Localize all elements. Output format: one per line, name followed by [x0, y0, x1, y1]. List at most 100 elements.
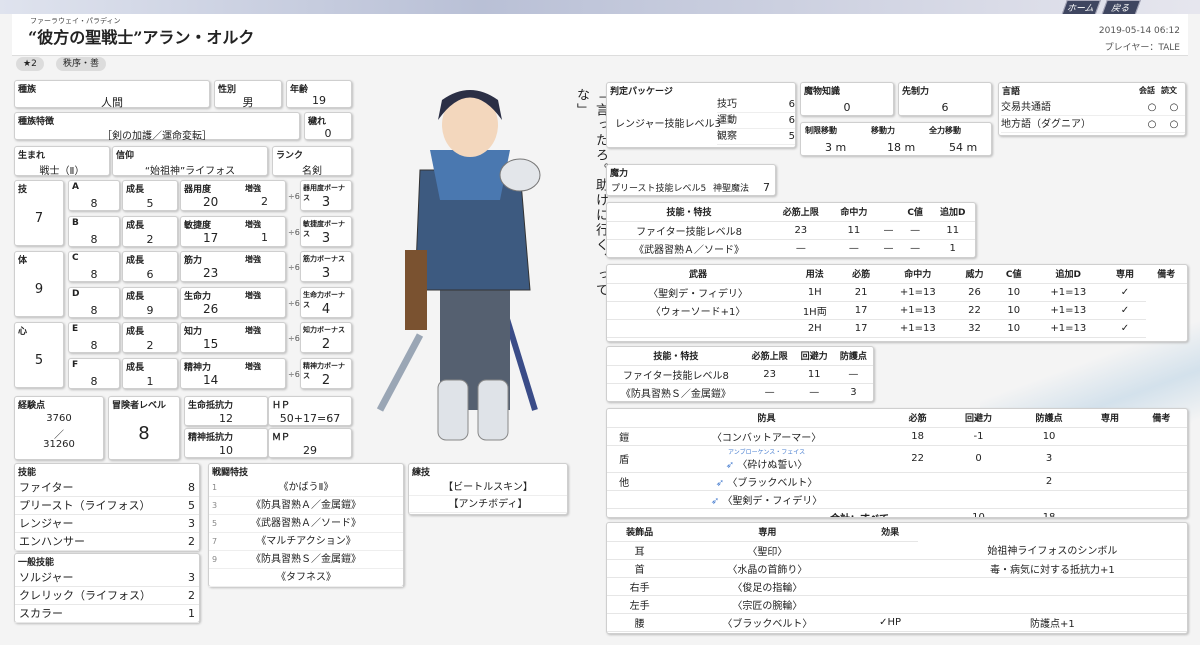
column-header: 技能・特技 — [607, 347, 745, 366]
table-cell: 10 — [995, 283, 1033, 302]
age-value: 19 — [312, 94, 326, 107]
enhance-label: 増強 — [245, 290, 261, 300]
table-row: 首 〈水晶の首飾り〉 毒・病気に対する抵抗力+1 — [607, 559, 1187, 578]
column-header: 専用 — [1084, 409, 1136, 428]
sex-box: 性別男 — [214, 80, 282, 109]
cell-text: 3 — [1045, 453, 1053, 464]
language-speak-header: 会話 — [1139, 86, 1155, 95]
column-header: 技能・特技 — [607, 203, 772, 222]
table-cell: 1H — [789, 283, 841, 302]
table-cell: ✓ — [1104, 283, 1146, 302]
table-cell: -1 — [943, 427, 1014, 446]
cell-text: — — [848, 368, 859, 380]
skills-label: 技能 — [18, 468, 37, 478]
cell-text: 耳 — [634, 546, 645, 558]
table-cell: +1=13 — [881, 319, 954, 338]
table-row: 耳 〈聖印〉 始祖神ライフォスのシンボル — [607, 541, 1187, 560]
item-level: 1 — [188, 607, 195, 620]
table-row: 他 ➶ 〈ブラックベルト〉 2 — [607, 472, 1187, 491]
ability-growth-box: 成長 2 — [122, 322, 178, 353]
hp-value: 50+17=67 — [279, 412, 341, 425]
cell-text: 右手 — [629, 582, 650, 594]
ability-name: 器用度 — [184, 185, 212, 195]
ability-bonus-value: 2 — [321, 337, 331, 352]
table-cell: 18 — [891, 427, 944, 446]
enhance-label: 増強 — [245, 184, 261, 193]
rank-stars-badge: ★2 — [16, 57, 44, 71]
adventurer-level-box: 冒険者レベル 8 — [108, 396, 180, 460]
ability-key: B — [72, 217, 79, 228]
table-cell: ✓ — [1104, 301, 1146, 320]
age-box: 年齢 19 — [286, 80, 352, 108]
ability-bonus-box: 敏捷度ボーナス 3 — [300, 215, 352, 247]
ability-total-value: 26 — [203, 301, 219, 316]
cell-text: — — [848, 242, 859, 254]
ability-growth-value: 1 — [146, 374, 154, 388]
ability-name: 知力 — [184, 327, 203, 337]
cell-text: 10 — [1007, 304, 1021, 316]
table-cell: 〈ブラックベルト〉 — [672, 613, 863, 632]
sword-icon: ➶ — [725, 459, 738, 471]
table-cell: 耳 — [607, 541, 673, 560]
resist-value: 12 — [219, 412, 233, 425]
sword-icon: ➶ — [715, 477, 728, 489]
cell-text: 〈聖剣デ・フィデリ〉 — [722, 495, 823, 507]
ability-growth-box: 成長 5 — [122, 180, 178, 211]
ability-base-box: E8 — [68, 322, 120, 353]
ability-base-value: 8 — [90, 374, 98, 388]
column-header: 装飾品 — [607, 523, 673, 542]
general-skills-box: 一般技能 ソルジャー 3 クレリック（ライフォス） 2 スカラー 1 — [14, 553, 200, 623]
growth-label: 成長 — [126, 220, 145, 231]
list-item: プリースト（ライフォス） 5 — [15, 497, 199, 515]
table-row: 2H 17 +1=13 32 10 +1=13 ✓ — [607, 319, 1187, 338]
table-cell: 〈宗匠の腕輪〉 — [672, 631, 863, 633]
language-row: 地方語（ダグニア） ○ ○ — [1001, 116, 1185, 133]
table-cell: アンブローケンス・フェイス ➶ 〈砕けぬ誓い〉 — [641, 445, 892, 473]
cell-text: 《防具習熟Ｓ／金属鎧》 — [620, 388, 731, 400]
left-greave — [437, 379, 469, 441]
cell-text: ✓ — [1120, 286, 1130, 298]
divide-six: ÷6 — [288, 227, 300, 237]
ability-total-value: 15 — [203, 337, 219, 351]
language-read: ○ — [1169, 119, 1179, 130]
table-cell: 1 — [930, 239, 975, 257]
table-cell — [1084, 445, 1136, 473]
ability-base-value: 8 — [90, 339, 98, 352]
table-cell: 防護点+1 — [917, 613, 1187, 632]
ability-total-box: 精神力 増強 14 — [180, 357, 286, 389]
ability-bonus-value: 3 — [321, 195, 331, 210]
hp-label: ＨＰ — [272, 401, 291, 411]
language-speak: ○ — [1147, 102, 1157, 113]
list-item: スカラー 1 — [15, 605, 199, 623]
race-box: 種族 人間 — [14, 80, 210, 109]
ability-total-value: 23 — [203, 266, 219, 280]
cell-text: 〈聖剣デ・フィデリ〉 — [648, 288, 748, 300]
feat-level: 7 — [212, 537, 218, 546]
updated-date: 2019-05-14 06:12 — [1098, 26, 1180, 36]
divide-six: ÷6 — [288, 334, 300, 343]
table-cell — [1135, 490, 1187, 509]
table-cell: 22 — [953, 301, 996, 320]
cell-text: 10 — [1007, 286, 1021, 298]
cell-text: 〈俊足の指輪〉 — [732, 582, 803, 594]
birth-value: 戦士（Ⅱ） — [39, 166, 85, 177]
ability-bonus-box: 筋力ボーナス 3 — [300, 251, 352, 282]
growth-label: 成長 — [126, 291, 145, 302]
table-cell: 11 — [930, 221, 975, 240]
table-cell: 10 — [995, 319, 1033, 338]
package-class: レンジャー技能レベル3 — [615, 119, 721, 130]
ability-bonus-box: 知力ボーナス 2 — [300, 322, 352, 353]
table-cell: 始祖神ライフォスのシンボル — [917, 541, 1187, 560]
cell-text: ファイター技能レベル8 — [636, 226, 743, 238]
character-quote: 「言ったろ。助けに行く、ってな」 — [574, 88, 608, 298]
cell-text: +1=13 — [1050, 322, 1087, 334]
table-cell — [1084, 472, 1136, 491]
table-cell: 〈聖剣デ・フィデリ〉 — [607, 283, 790, 302]
combat-feats-box: 戦闘特技 1 《かばうⅡ》 3 《防具習熟Ａ／金属鎧》 5 《武器習熟Ａ／ソード》 7 《マル… — [208, 463, 404, 587]
item-level: 2 — [188, 589, 195, 602]
language-box: 言語 会話 読文 交易共通語 ○ ○ 地方語（ダグニア） ○ ○ — [998, 82, 1186, 136]
feat-name: 《タフネス》 — [276, 572, 336, 583]
ability-group-value: 7 — [34, 211, 44, 226]
table-cell — [1013, 490, 1085, 509]
total-defense: 18 — [1013, 508, 1085, 517]
